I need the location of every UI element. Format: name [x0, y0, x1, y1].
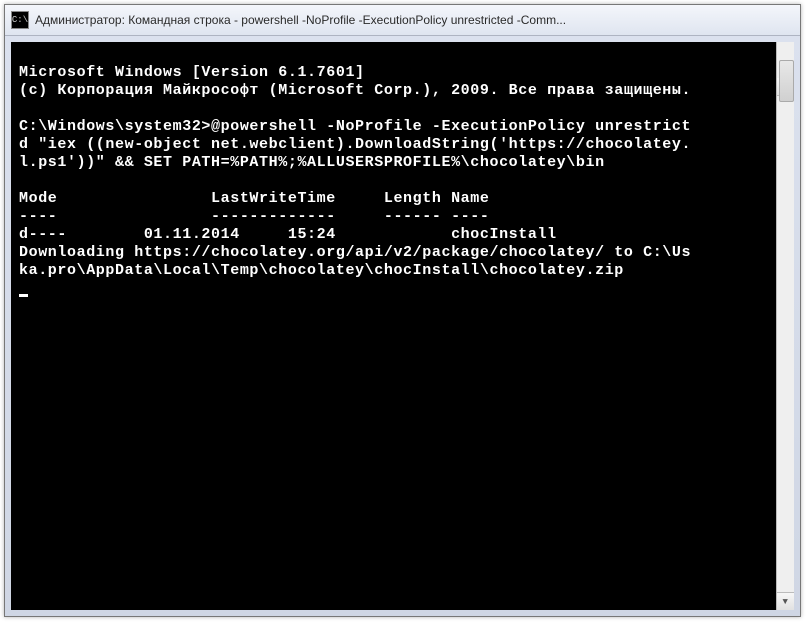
terminal-line: ka.pro\AppData\Local\Temp\chocolatey\cho… — [19, 262, 624, 279]
titlebar[interactable]: C:\ Администратор: Командная строка - po… — [5, 5, 800, 36]
cmd-icon: C:\ — [11, 11, 29, 29]
terminal-output[interactable]: Microsoft Windows [Version 6.1.7601] (c)… — [11, 42, 794, 610]
terminal-line: Microsoft Windows [Version 6.1.7601] — [19, 64, 365, 81]
terminal-line: d---- 01.11.2014 15:24 chocInstall — [19, 226, 557, 243]
terminal-line: C:\Windows\system32>@powershell -NoProfi… — [19, 118, 691, 135]
terminal-line: Downloading https://chocolatey.org/api/v… — [19, 244, 691, 261]
terminal-line: (c) Корпорация Майкрософт (Microsoft Cor… — [19, 82, 691, 99]
client-area: Microsoft Windows [Version 6.1.7601] (c)… — [5, 36, 800, 616]
scroll-down-button[interactable]: ▼ — [777, 592, 794, 610]
window-title: Администратор: Командная строка - powers… — [35, 13, 794, 27]
terminal-line: Mode LastWriteTime Length Name — [19, 190, 489, 207]
terminal-line: l.ps1'))" && SET PATH=%PATH%;%ALLUSERSPR… — [19, 154, 605, 171]
terminal-line: d "iex ((new-object net.webclient).Downl… — [19, 136, 691, 153]
terminal-line: ---- ------------- ------ ---- — [19, 208, 489, 225]
terminal-window: C:\ Администратор: Командная строка - po… — [4, 4, 801, 617]
scroll-thumb[interactable] — [779, 60, 794, 102]
vertical-scrollbar[interactable]: ▲ ▼ — [776, 42, 794, 610]
cursor-icon — [19, 294, 28, 297]
